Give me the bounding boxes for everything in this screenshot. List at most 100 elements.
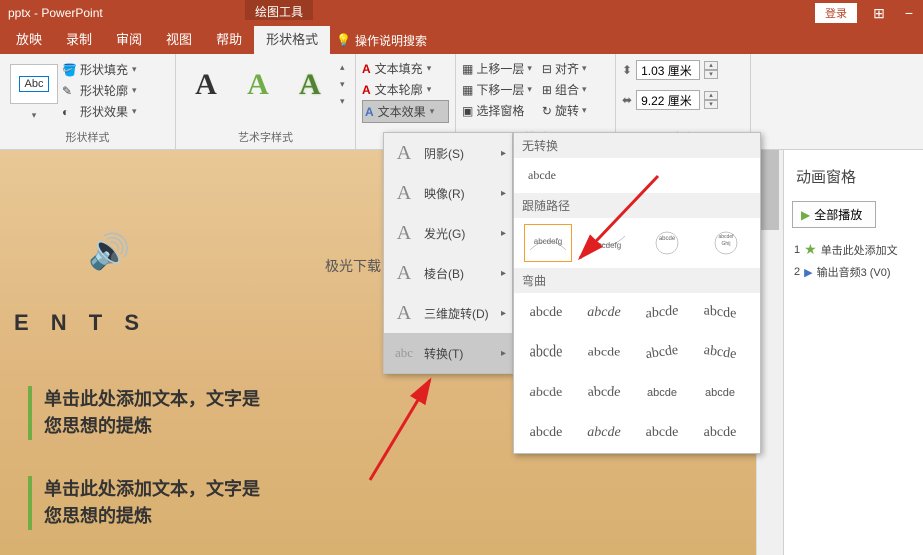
bevel-a-icon: A — [392, 261, 416, 285]
height-up[interactable]: ▴ — [704, 61, 718, 70]
shadow-a-icon: A — [392, 141, 416, 165]
text-fill-icon: A — [362, 62, 371, 76]
shape-fill-button[interactable]: 🪣形状填充▾ — [62, 60, 137, 79]
warp-2[interactable]: abcde — [582, 299, 626, 327]
text-effects-menu: A阴影(S)▸ A映像(R)▸ A发光(G)▸ A棱台(B)▸ A三维旋转(D)… — [383, 132, 513, 374]
height-down[interactable]: ▾ — [704, 70, 718, 79]
play-triangle-icon: ▶ — [804, 266, 812, 279]
text-placeholder-2[interactable]: 单击此处添加文本，文字是 您思想的提炼 — [28, 476, 260, 530]
warp-9[interactable]: abcde — [521, 381, 570, 408]
group-label-wordart: 艺术字样式 — [182, 129, 349, 147]
effects-bevel[interactable]: A棱台(B)▸ — [384, 253, 512, 293]
text-placeholder-1[interactable]: 单击此处添加文本，文字是 您思想的提炼 — [28, 386, 260, 440]
bring-forward-button[interactable]: ▦上移一层▾ — [462, 58, 532, 79]
effects-transform[interactable]: abc转换(T)▸ — [384, 333, 512, 373]
warp-16[interactable]: abcde — [698, 419, 742, 447]
transform-none[interactable]: abcde — [514, 158, 760, 193]
svg-text:abcdefg: abcdefg — [534, 237, 562, 246]
play-all-button[interactable]: ▶全部播放 — [792, 201, 876, 228]
effects-glow[interactable]: A发光(G)▸ — [384, 213, 512, 253]
effects-icon: ◐ — [62, 105, 76, 119]
effects-shadow[interactable]: A阴影(S)▸ — [384, 133, 512, 173]
width-input[interactable] — [636, 90, 700, 110]
contextual-tab-drawing-tools[interactable]: 绘图工具 — [245, 0, 313, 20]
send-backward-button[interactable]: ▦下移一层▾ — [462, 79, 532, 100]
tab-help[interactable]: 帮助 — [204, 26, 254, 54]
group-label-shape-style: 形状样式 — [6, 129, 169, 147]
warp-11[interactable]: abcde — [640, 379, 684, 407]
warp-header: 弯曲 — [514, 268, 760, 293]
animation-pane-title: 动画窗格 — [792, 158, 915, 195]
tab-review[interactable]: 审阅 — [104, 26, 154, 54]
text-fill-button[interactable]: A文本填充▾ — [362, 58, 449, 79]
rotate-button[interactable]: ↻旋转▾ — [542, 100, 587, 121]
pen-icon: ✎ — [62, 84, 76, 98]
shape-outline-button[interactable]: ✎形状轮廓▾ — [62, 81, 137, 100]
reflection-a-icon: A — [392, 181, 416, 205]
wordart-more[interactable]: ▾ — [340, 96, 345, 107]
rotation-a-icon: A — [392, 301, 416, 325]
svg-text:abcde: abcde — [705, 387, 735, 399]
follow-path-button[interactable]: abcdefGhij — [703, 224, 751, 262]
backward-icon: ▦ — [462, 83, 473, 97]
selection-pane-button[interactable]: ▣选择窗格 — [462, 100, 532, 121]
speaker-icon[interactable]: 🔊 — [88, 232, 128, 272]
height-input[interactable] — [636, 60, 700, 80]
animation-item-1[interactable]: 1★单击此处添加文 — [792, 238, 915, 261]
animation-item-2[interactable]: 2▶输出音频3 (V0) — [792, 261, 915, 283]
play-icon: ▶ — [801, 208, 810, 222]
tab-shape-format[interactable]: 形状格式 — [254, 26, 330, 54]
width-down[interactable]: ▾ — [704, 100, 718, 109]
selection-icon: ▣ — [462, 104, 473, 118]
rotate-icon: ↻ — [542, 104, 552, 118]
width-icon: ⬌ — [622, 93, 632, 107]
text-outline-button[interactable]: A文本轮廓▾ — [362, 79, 449, 100]
follow-path-circle[interactable]: abcde — [643, 224, 691, 262]
warp-3[interactable]: abcde — [640, 297, 684, 330]
scrollbar-thumb[interactable] — [761, 150, 779, 230]
tab-record[interactable]: 录制 — [54, 26, 104, 54]
warp-13[interactable]: abcde — [524, 419, 568, 447]
group-button[interactable]: ⊞组合▾ — [542, 79, 587, 100]
minimize-icon[interactable]: − — [901, 5, 917, 21]
text-effects-icon: A — [365, 105, 374, 119]
warp-15[interactable]: abcde — [640, 419, 684, 447]
warp-14[interactable]: abcde — [582, 419, 626, 447]
warp-4[interactable]: abcde — [698, 297, 742, 330]
warp-7[interactable]: abcde — [638, 336, 685, 370]
shape-style-preset[interactable]: Abc — [10, 64, 58, 104]
width-up[interactable]: ▴ — [704, 91, 718, 100]
follow-path-arch[interactable]: abcdefg — [524, 224, 572, 262]
align-button[interactable]: ⊟对齐▾ — [542, 58, 587, 79]
group-icon: ⊞ — [542, 83, 552, 97]
tell-me[interactable]: 💡 操作说明搜索 — [336, 32, 427, 49]
svg-text:abcde: abcde — [659, 236, 676, 242]
login-button[interactable]: 登录 — [815, 3, 857, 23]
ents-text: E N T S — [14, 310, 147, 336]
text-effects-button[interactable]: A文本效果▾ — [362, 100, 449, 123]
effects-3d-rotation[interactable]: A三维旋转(D)▸ — [384, 293, 512, 333]
wordart-style-1[interactable]: A — [182, 61, 230, 109]
follow-path-arch-down[interactable]: abcdefg — [584, 224, 632, 262]
glow-a-icon: A — [392, 221, 416, 245]
ribbon-options-icon[interactable]: ⊞ — [871, 5, 887, 21]
warp-6[interactable]: abcde — [582, 342, 626, 364]
wordart-scroll-up[interactable]: ▴ — [340, 62, 345, 73]
lightbulb-icon: 💡 — [336, 33, 351, 47]
svg-text:abcdef: abcdef — [719, 234, 735, 240]
warp-1[interactable]: abcde — [524, 299, 568, 327]
warp-8[interactable]: abcde — [696, 336, 743, 370]
tab-slideshow[interactable]: 放映 — [4, 26, 54, 54]
warp-5[interactable]: abcde — [524, 336, 568, 370]
svg-text:abcde: abcde — [647, 387, 677, 399]
warp-12[interactable]: abcde — [698, 379, 742, 407]
warp-10[interactable]: abcde — [579, 378, 628, 405]
forward-icon: ▦ — [462, 62, 473, 76]
svg-text:Ghij: Ghij — [722, 241, 731, 247]
wordart-scroll-down[interactable]: ▾ — [340, 79, 345, 90]
shape-effects-button[interactable]: ◐形状效果▾ — [62, 102, 137, 121]
effects-reflection[interactable]: A映像(R)▸ — [384, 173, 512, 213]
wordart-style-3[interactable]: A — [286, 61, 334, 109]
tab-view[interactable]: 视图 — [154, 26, 204, 54]
wordart-style-2[interactable]: A — [234, 61, 282, 109]
